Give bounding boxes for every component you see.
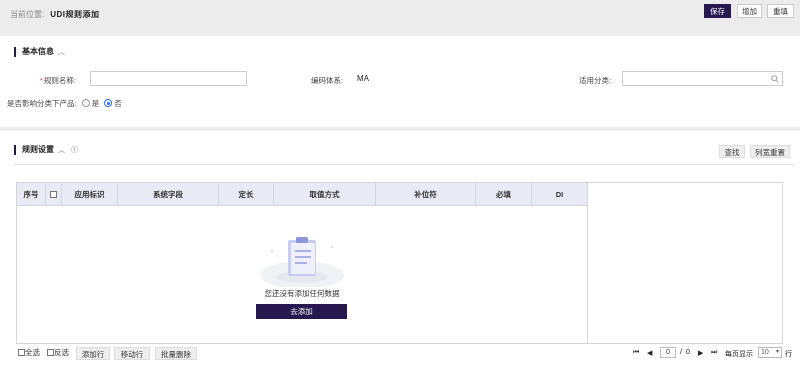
prev-page-icon[interactable]: ◀	[647, 349, 652, 357]
per-page-select[interactable]: 10 ▾	[758, 347, 782, 358]
category-input[interactable]	[622, 71, 783, 86]
per-page-label: 每页显示	[725, 351, 753, 358]
col-select[interactable]	[46, 183, 62, 206]
radio-yes[interactable]	[81, 99, 90, 107]
per-page-value: 10	[761, 349, 769, 356]
go-add-button[interactable]: 去添加	[256, 304, 347, 319]
search-icon[interactable]	[771, 75, 779, 83]
last-page-icon[interactable]: ⏭	[711, 349, 717, 357]
info-icon[interactable]: ⓘ	[71, 147, 78, 154]
reset-columns-button[interactable]: 列宽重置	[750, 145, 790, 158]
col-index[interactable]: 序号	[17, 183, 46, 206]
chevron-up-icon[interactable]: ︿	[58, 49, 65, 56]
select-all-checkbox[interactable]	[50, 191, 57, 198]
radio-no[interactable]	[104, 99, 113, 107]
col-value-mode[interactable]: 取值方式	[274, 183, 376, 206]
top-bar: 当前位置: UDI规则添加 保存 增加 重填	[0, 0, 800, 30]
rule-name-input[interactable]	[90, 71, 247, 86]
select-all-checkbox[interactable]	[18, 349, 25, 356]
basic-info-title[interactable]: 基本信息 ︿	[14, 47, 65, 57]
chevron-down-icon[interactable]: ▾	[776, 348, 779, 357]
empty-message: 您还没有添加任何数据	[264, 289, 340, 298]
bulk-delete-button[interactable]: 批量删除	[155, 347, 197, 360]
next-page-icon[interactable]: ▶	[698, 349, 703, 357]
invert-checkbox[interactable]	[47, 349, 54, 356]
reset-button[interactable]: 重填	[767, 4, 794, 18]
grid-separator	[587, 183, 588, 343]
per-page-suffix: 行	[785, 351, 792, 358]
add-row-button[interactable]: 添加行	[76, 347, 110, 360]
col-system-field[interactable]: 系统字段	[118, 183, 219, 206]
add-button[interactable]: 增加	[737, 4, 762, 18]
table-header: 序号 应用标识 系统字段 定长 取值方式 补位符 必填 DI	[17, 183, 587, 206]
rule-name-label: *规则名称:	[40, 76, 77, 85]
code-system-value: MA	[357, 74, 369, 83]
rules-table: 序号 应用标识 系统字段 定长 取值方式 补位符 必填 DI 您还没有添加任何数…	[16, 182, 783, 344]
page-title: UDI规则添加	[50, 10, 100, 19]
col-fixed-length[interactable]: 定长	[219, 183, 274, 206]
rule-settings-title[interactable]: 规则设置 ︿ ⓘ	[14, 145, 78, 155]
affect-products-field: 是否影响分类下产品: 是 否	[7, 98, 122, 109]
chevron-up-icon[interactable]: ︿	[58, 147, 65, 154]
divider	[14, 164, 795, 165]
code-system-label: 编码体系:	[311, 76, 344, 85]
col-pad-char[interactable]: 补位符	[376, 183, 476, 206]
select-all-option[interactable]: 全选	[18, 346, 40, 360]
move-row-button[interactable]: 移动行	[114, 347, 150, 360]
page-input[interactable]: 0	[660, 347, 676, 358]
radio-yes-label[interactable]: 是	[92, 99, 100, 108]
affect-products-label: 是否影响分类下产品:	[7, 99, 77, 108]
radio-no-label[interactable]: 否	[114, 99, 122, 108]
page-total: 0	[686, 349, 690, 356]
search-button[interactable]: 查找	[719, 145, 745, 158]
invert-select-option[interactable]: 反选	[47, 346, 69, 360]
select-all-label[interactable]: 全选	[25, 348, 40, 357]
page-separator: /	[680, 349, 682, 356]
col-di[interactable]: DI	[532, 183, 587, 206]
col-app-id[interactable]: 应用标识	[62, 183, 118, 206]
save-button[interactable]: 保存	[704, 4, 731, 18]
breadcrumb-prefix: 当前位置:	[10, 10, 45, 19]
basic-info-title-text: 基本信息	[22, 47, 54, 56]
basic-info-panel: 基本信息 ︿ *规则名称: 编码体系: MA 适用分类: 是否影响分类下产品: 是…	[0, 36, 800, 127]
first-page-icon[interactable]: ⏮	[633, 349, 639, 357]
rule-settings-title-text: 规则设置	[22, 145, 54, 154]
breadcrumb: 当前位置: UDI规则添加	[10, 9, 100, 20]
empty-clipboard-icon	[260, 237, 344, 287]
invert-label[interactable]: 反选	[54, 348, 69, 357]
col-required[interactable]: 必填	[476, 183, 532, 206]
category-label: 适用分类:	[579, 76, 612, 85]
